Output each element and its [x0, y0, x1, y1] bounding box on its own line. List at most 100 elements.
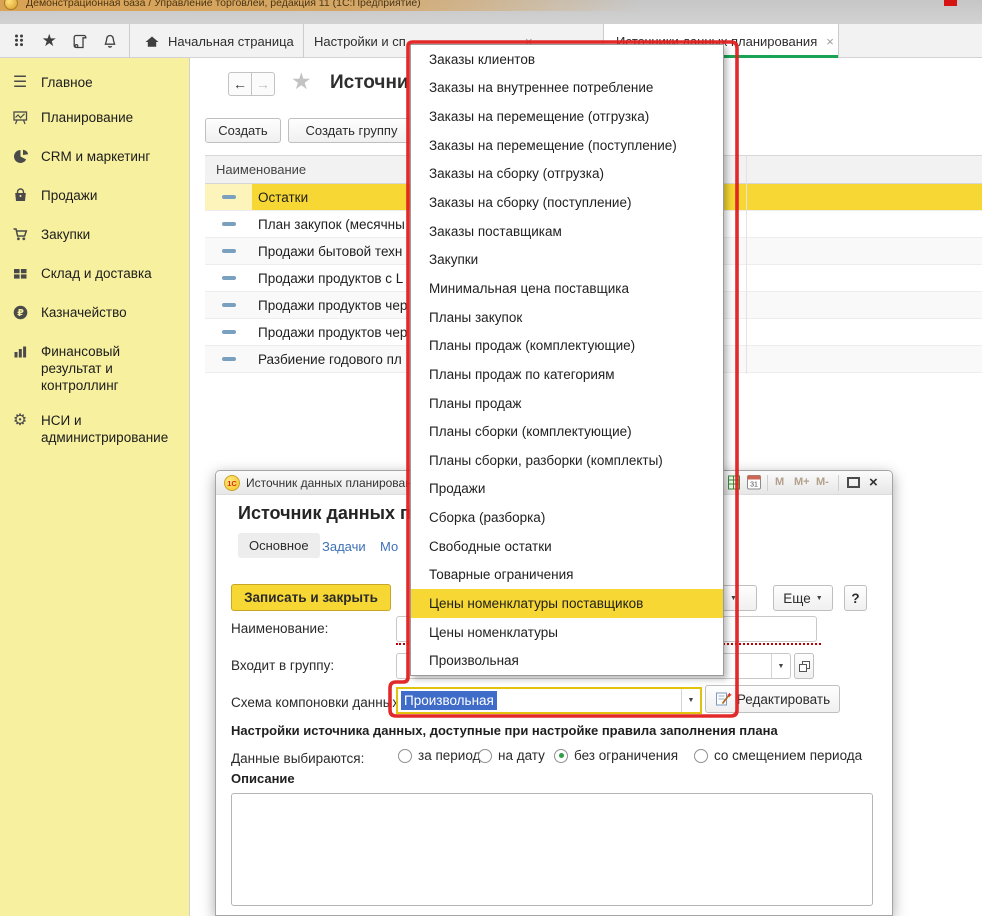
dropdown-item[interactable]: Заказы на внутреннее потребление	[411, 74, 723, 103]
back-arrow-icon: ←	[233, 76, 247, 92]
dropdown-item[interactable]: Заказы поставщикам	[411, 217, 723, 246]
memory-recall-button[interactable]: M	[775, 476, 784, 488]
dropdown-item[interactable]: Планы сборки (комплектующие)	[411, 417, 723, 446]
tab-home[interactable]: Начальная страница	[130, 24, 303, 58]
dropdown-item[interactable]: Произвольная	[411, 646, 723, 675]
back-button[interactable]: ←	[228, 72, 252, 96]
dropdown-item[interactable]: Цены номенклатуры	[411, 618, 723, 647]
divider	[767, 475, 768, 491]
sidebar-item-label: НСИ и администрирование	[41, 412, 183, 446]
dropdown-item[interactable]: Сборка (разборка)	[411, 503, 723, 532]
section-sidebar: ☰ Главное Планирование CRM и маркетинг	[0, 58, 190, 916]
gear-icon: ⚙	[8, 412, 32, 429]
section-title: Настройки источника данных, доступные пр…	[231, 723, 778, 738]
dropdown-item[interactable]: Продажи	[411, 475, 723, 504]
favorites-button[interactable]: ★	[37, 29, 61, 53]
column-divider	[746, 155, 747, 374]
history-button[interactable]	[68, 29, 92, 53]
dropdown-item[interactable]: Планы продаж	[411, 389, 723, 418]
sidebar-item-label: CRM и маркетинг	[41, 148, 150, 165]
name-field-label: Наименование:	[231, 621, 328, 636]
more-button[interactable]: Еще ▼	[773, 585, 833, 611]
scheme-selected-value: Произвольная	[401, 691, 497, 710]
sidebar-item-purchases[interactable]: Закупки	[8, 226, 183, 247]
sidebar-item-financial-result[interactable]: Финансовый результат и контроллинг	[8, 343, 183, 394]
radio-option-no-limit[interactable]: без ограничения	[554, 748, 678, 763]
group-open-button[interactable]	[794, 653, 814, 679]
onec-logo-icon: 1С	[224, 475, 240, 491]
row-icon-cell	[205, 184, 252, 210]
favorite-star-icon[interactable]: ★	[291, 68, 312, 95]
item-dash-icon	[222, 330, 236, 334]
radio-option-period[interactable]: за период	[398, 748, 480, 763]
spreadsheet-icon[interactable]	[728, 475, 741, 490]
dropdown-item[interactable]: Планы сборки, разборки (комплекты)	[411, 446, 723, 475]
sidebar-item-crm[interactable]: CRM и маркетинг	[8, 148, 183, 169]
memory-subtract-button[interactable]: M-	[816, 476, 829, 488]
save-close-label: Записать и закрыть	[244, 590, 378, 605]
dropdown-item[interactable]: Планы продаж по категориям	[411, 360, 723, 389]
service-menu-button[interactable]	[7, 29, 31, 53]
item-dash-icon	[222, 195, 236, 199]
memory-add-button[interactable]: M+	[794, 476, 810, 488]
item-dash-icon	[222, 276, 236, 280]
dropdown-item[interactable]: Закупки	[411, 245, 723, 274]
calendar-icon[interactable]: 31	[747, 474, 762, 490]
maximize-button[interactable]	[847, 477, 860, 488]
dialog-tab-main[interactable]: Основное	[238, 533, 320, 558]
dropdown-item[interactable]: Товарные ограничения	[411, 561, 723, 590]
sidebar-item-sales[interactable]: Продажи	[8, 187, 183, 208]
forward-button[interactable]: →	[251, 72, 275, 96]
dropdown-item[interactable]: Заказы клиентов	[411, 45, 723, 74]
group-dropdown-button[interactable]: ▼	[771, 654, 790, 678]
scheme-combobox[interactable]: Произвольная ▼	[396, 687, 702, 714]
description-textarea[interactable]	[231, 793, 873, 906]
edit-label: Редактировать	[737, 692, 830, 707]
sidebar-item-warehouse[interactable]: Склад и доставка	[8, 265, 183, 286]
window-titlebar: Демонстрационная база / Управление торго…	[0, 0, 982, 24]
dropdown-item[interactable]: Заказы на сборку (поступление)	[411, 188, 723, 217]
create-group-button[interactable]: Создать группу	[288, 118, 415, 143]
dropdown-item[interactable]: Свободные остатки	[411, 532, 723, 561]
dropdown-item[interactable]: Планы закупок	[411, 303, 723, 332]
dialog-tab-notes[interactable]: Мо	[380, 539, 398, 554]
home-icon	[144, 34, 160, 49]
dropdown-item[interactable]: Минимальная цена поставщика	[411, 274, 723, 303]
dropdown-item[interactable]: Заказы на перемещение (отгрузка)	[411, 102, 723, 131]
window-close-button[interactable]	[944, 0, 957, 6]
open-window-icon	[798, 660, 811, 673]
svg-text:31: 31	[750, 482, 758, 489]
item-dash-icon	[222, 357, 236, 361]
dialog-close-button[interactable]: ×	[869, 474, 878, 491]
chevron-down-icon: ▼	[730, 595, 737, 602]
save-and-close-button[interactable]: Записать и закрыть	[231, 584, 391, 611]
row-icon-cell	[205, 265, 252, 291]
sidebar-item-main[interactable]: ☰ Главное	[8, 74, 183, 91]
magic-wand-icon	[715, 691, 732, 707]
radio-option-date[interactable]: на дату	[478, 748, 545, 763]
notifications-button[interactable]	[98, 29, 122, 53]
create-button[interactable]: Создать	[205, 118, 281, 143]
edit-button[interactable]: Редактировать	[705, 685, 840, 713]
sidebar-item-treasury[interactable]: ₽ Казначейство	[8, 304, 183, 325]
divider	[838, 475, 839, 491]
chevron-down-icon: ▼	[688, 697, 695, 704]
radio-option-shifted-period[interactable]: со смещением периода	[694, 748, 862, 763]
dialog-tab-tasks[interactable]: Задачи	[322, 539, 366, 554]
group-field-label: Входит в группу:	[231, 658, 334, 673]
sidebar-item-nsi-admin[interactable]: ⚙ НСИ и администрирование	[8, 412, 183, 446]
radio-icon	[478, 749, 492, 763]
dropdown-item[interactable]: Заказы на перемещение (поступление)	[411, 131, 723, 160]
sidebar-item-label: Планирование	[41, 109, 133, 126]
dropdown-item-highlighted[interactable]: Цены номенклатуры поставщиков	[411, 589, 723, 618]
window-title: Демонстрационная база / Управление торго…	[26, 0, 646, 9]
help-button[interactable]: ?	[844, 585, 867, 611]
dropdown-item[interactable]: Заказы на сборку (отгрузка)	[411, 160, 723, 189]
quick-toolbar: ★	[0, 24, 129, 58]
star-icon: ★	[42, 31, 57, 51]
tab-close-icon[interactable]: ×	[826, 34, 834, 49]
sidebar-item-planning[interactable]: Планирование	[8, 109, 183, 130]
dropdown-item[interactable]: Планы продаж (комплектующие)	[411, 331, 723, 360]
bag-icon	[8, 187, 32, 208]
scheme-dropdown-button[interactable]: ▼	[681, 689, 700, 712]
